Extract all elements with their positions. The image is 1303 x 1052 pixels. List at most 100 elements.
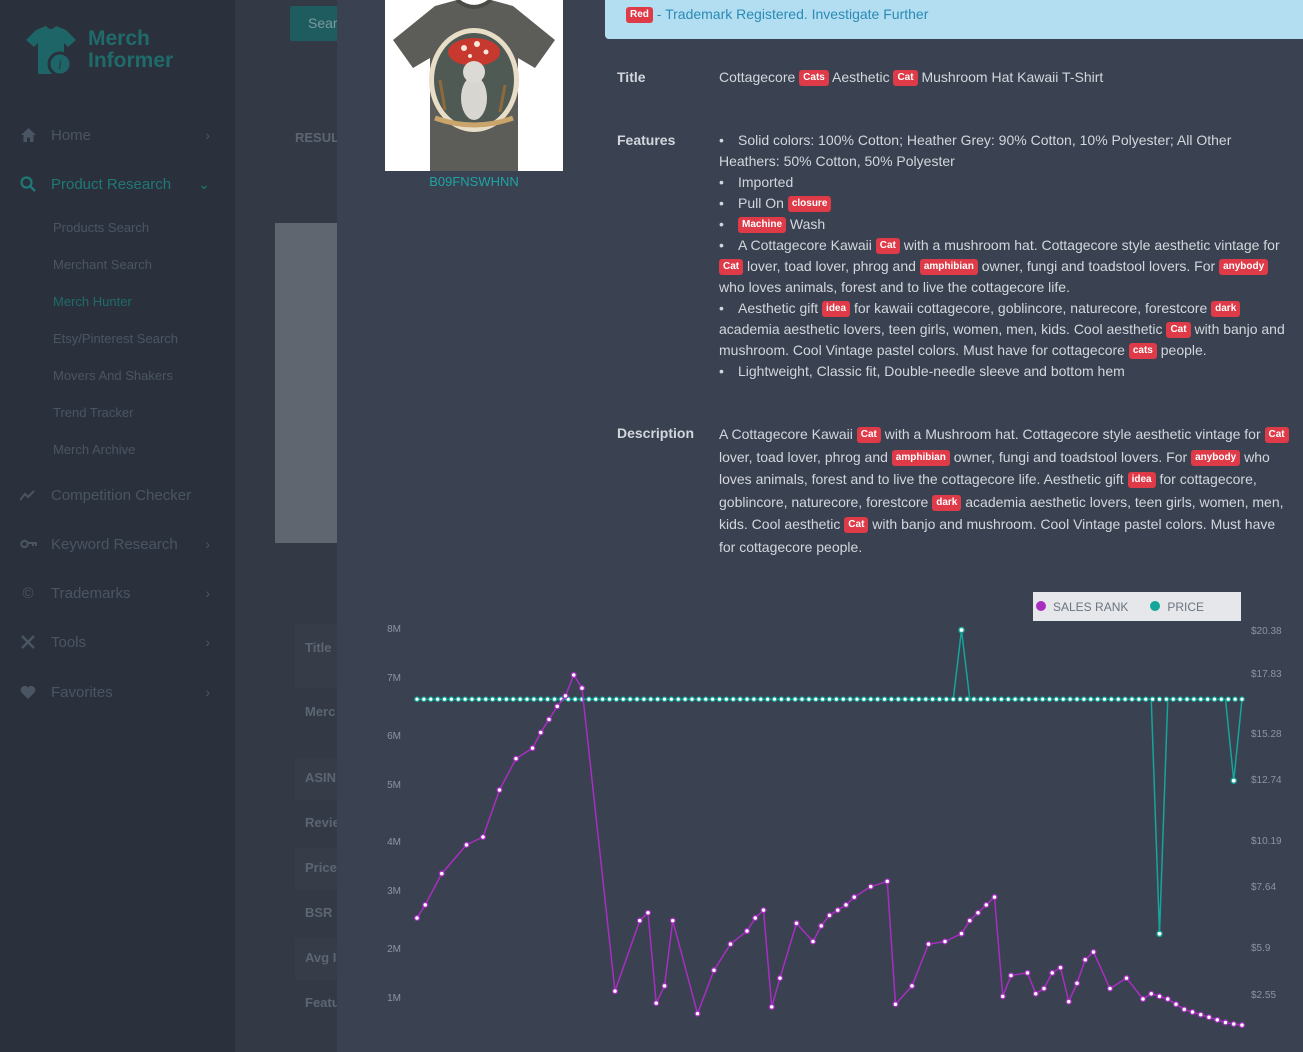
price-point	[1163, 696, 1170, 703]
nav-home[interactable]: Home ›	[0, 124, 235, 146]
sub-trend-tracker[interactable]: Trend Tracker	[53, 405, 133, 420]
price-point	[441, 696, 448, 703]
search-button[interactable]: Sear	[290, 6, 338, 41]
price-point	[847, 696, 853, 703]
nav-product-research[interactable]: Product Research ⌄	[0, 173, 235, 195]
price-point	[702, 696, 709, 703]
sales-rank-point	[636, 917, 643, 924]
sub-merch-hunter[interactable]: Merch Hunter	[53, 294, 132, 309]
field-features: Featu	[305, 995, 337, 1010]
sales-rank-price-chart: 8M 7M 6M 5M 4M 3M 2M 1M $20.38 $17.83 $15.28 $12.74…	[387, 624, 1282, 1029]
sales-rank-point	[1197, 1011, 1204, 1018]
sales-rank-point	[1148, 990, 1155, 997]
price-point	[503, 696, 510, 703]
price-point	[647, 696, 654, 703]
price-point	[1142, 696, 1149, 703]
sub-merchant-search[interactable]: Merchant Search	[53, 257, 152, 272]
left-axis-tick-label: 3M	[387, 886, 401, 897]
trend-icon	[19, 486, 37, 504]
price-point	[1081, 696, 1087, 703]
nav-keyword-research[interactable]: Keyword Research ›	[0, 533, 235, 555]
field-merchant: Merc	[305, 704, 336, 719]
sales-rank-point	[710, 967, 718, 974]
logo-text: Merch Informer	[88, 28, 173, 72]
price-point	[668, 696, 675, 703]
price-point	[455, 696, 462, 703]
price-point	[1197, 696, 1204, 703]
price-point	[1184, 696, 1190, 703]
nav-home-label: Home	[51, 126, 92, 144]
sales-rank-point	[1164, 995, 1171, 1003]
price-point	[627, 696, 633, 703]
price-point	[1232, 696, 1238, 703]
price-point	[544, 696, 551, 703]
field-asin: ASIN	[295, 758, 337, 800]
price-point	[634, 696, 640, 703]
sales-rank-point	[776, 975, 784, 982]
sales-rank-point	[1049, 969, 1056, 976]
sales-rank-point	[661, 982, 668, 989]
price-point	[984, 696, 991, 703]
price-point	[778, 696, 785, 703]
nav-competition-checker[interactable]: Competition Checker	[0, 484, 235, 506]
price-point	[434, 696, 441, 703]
price-point	[1087, 696, 1094, 703]
price-point	[1039, 696, 1046, 703]
price-point	[881, 696, 888, 703]
price-point	[1046, 696, 1053, 703]
price-point	[895, 696, 902, 703]
price-point	[654, 696, 661, 703]
price-point	[950, 696, 957, 703]
right-axis-tick-label: $15.28	[1251, 729, 1282, 740]
price-point	[661, 696, 668, 703]
sales-rank-point	[1181, 1006, 1188, 1013]
price-point	[682, 696, 688, 703]
sub-movers-and-shakers[interactable]: Movers And Shakers	[53, 368, 173, 383]
nav-trademarks-label: Trademarks	[51, 584, 131, 602]
price-point	[620, 696, 627, 703]
logo-line-2: Informer	[88, 49, 174, 72]
logo[interactable]: i Merch Informer	[22, 24, 173, 76]
price-point	[819, 696, 826, 703]
sub-products-search[interactable]: Products Search	[53, 220, 149, 235]
price-point	[977, 696, 984, 703]
right-axis-tick-label: $7.64	[1251, 882, 1276, 893]
nav-favorites[interactable]: Favorites ›	[0, 681, 235, 703]
price-point	[1230, 777, 1238, 784]
price-point	[531, 696, 537, 703]
price-point	[785, 696, 792, 703]
sales-rank-point	[529, 745, 536, 752]
price-point	[421, 696, 427, 703]
sales-rank-point	[974, 909, 982, 916]
sub-etsy-pinterest-search[interactable]: Etsy/Pinterest Search	[53, 331, 178, 346]
price-point	[1129, 696, 1135, 703]
price-point	[641, 696, 647, 703]
logo-line-1: Merch	[88, 27, 150, 50]
sales-rank-point	[413, 914, 421, 922]
price-point	[496, 696, 503, 703]
sales-rank-point	[991, 894, 998, 901]
sales-rank-point	[941, 938, 949, 945]
price-point	[922, 696, 929, 703]
field-avg: Avg I	[295, 938, 337, 980]
nav-tools[interactable]: Tools ›	[0, 631, 235, 653]
sales-rank-point	[554, 703, 561, 710]
sales-rank-point	[669, 917, 676, 924]
sales-rank-point	[983, 901, 990, 908]
sales-rank-point	[752, 914, 759, 922]
nav-trademarks[interactable]: © Trademarks ›	[0, 582, 235, 604]
sales-rank-point	[1238, 1022, 1246, 1029]
sales-rank-point	[1189, 1008, 1196, 1016]
price-point	[1177, 696, 1183, 703]
price-point	[764, 696, 771, 703]
sales-rank-point	[1082, 956, 1089, 963]
price-point	[1170, 696, 1177, 703]
price-point	[958, 626, 965, 634]
sales-rank-series-line	[416, 673, 1243, 1026]
sales-rank-point	[1205, 1014, 1213, 1021]
sales-rank-point	[422, 901, 429, 908]
price-point	[1101, 696, 1108, 703]
sub-merch-archive[interactable]: Merch Archive	[53, 442, 135, 457]
nav-competition-checker-label: Competition Checker	[51, 486, 192, 504]
price-point	[833, 696, 840, 703]
